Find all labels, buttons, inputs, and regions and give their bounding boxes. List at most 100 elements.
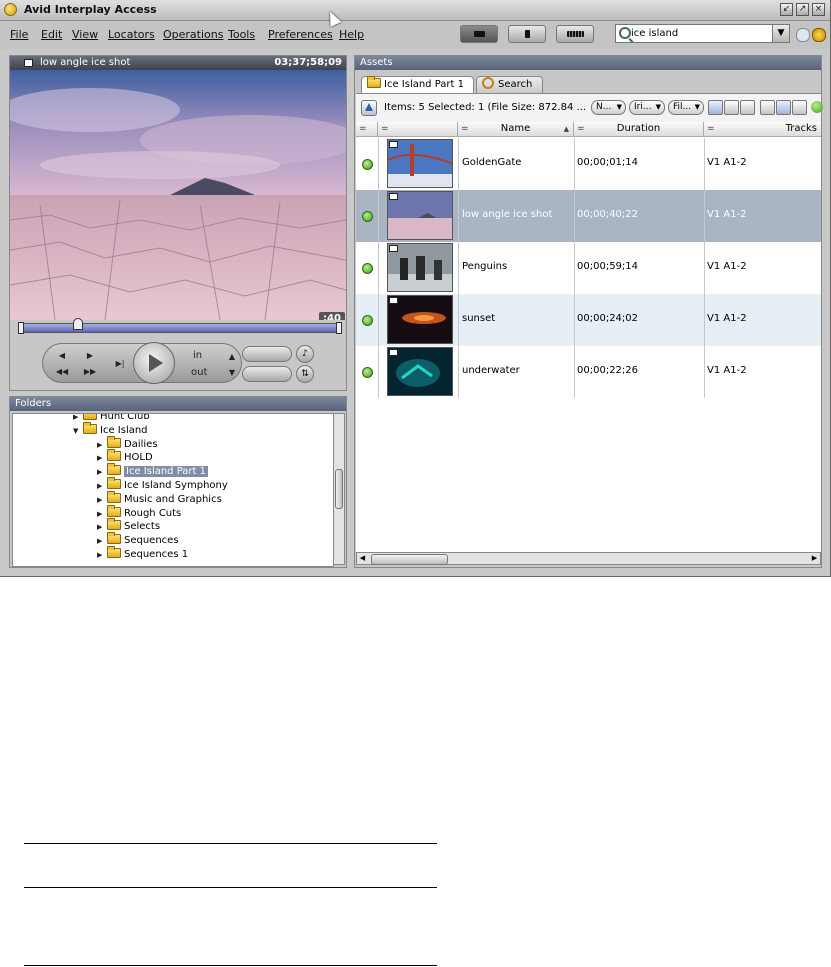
clip-thumbnail[interactable] [387,191,453,240]
folder-tree-item[interactable]: ▶ Ice Island Symphony [97,477,228,493]
text-view-button[interactable] [556,25,594,43]
rewind-icon[interactable]: ◀◀ [53,365,71,379]
collapsed-arrow-icon[interactable]: ▶ [97,466,107,479]
position-indicator[interactable] [73,318,83,330]
title-bar[interactable]: Avid Interplay Access ↙ ↗ × [0,0,830,21]
menu-help[interactable]: Help [339,28,364,41]
video-frame[interactable]: :40 [10,70,346,320]
maximize-icon[interactable]: ↗ [796,3,809,16]
go-up-button[interactable] [361,100,377,116]
tab-label: Search [498,79,533,90]
asset-tracks: V1 A1-2 [707,261,747,272]
collapsed-arrow-icon[interactable]: ▶ [97,439,107,452]
medium-thumb-icon[interactable] [776,100,791,115]
table-row[interactable]: underwater 00;00;22;26 V1 A1-2 [356,346,821,398]
column-header-status[interactable]: = [356,122,378,137]
play-button[interactable] [133,342,175,384]
menu-operations[interactable]: Operations [163,28,223,41]
folder-tree-item[interactable]: ▶ Sequences 1 [97,546,188,562]
filter-file-dropdown[interactable]: Fil... ▼ [668,100,704,115]
column-header-duration[interactable]: = Duration [574,122,704,137]
minimize-icon[interactable]: ↙ [780,3,793,16]
go-to-out-icon[interactable]: ▼ [223,366,241,380]
scroll-right-icon[interactable]: ▶ [810,554,819,563]
clip-thumbnail[interactable] [387,295,453,344]
export-controls[interactable] [242,366,292,382]
clip-thumbnail[interactable] [387,347,453,396]
asset-name: underwater [462,365,520,376]
folders-panel: Folders ▶ Hunt Club ▼ Ice Island ▶ Dailies ▶ HO… [9,396,347,568]
filter-iris-dropdown[interactable]: Iri... ▼ [629,100,665,115]
column-header-tracks[interactable]: = Tracks [704,122,821,137]
menu-edit[interactable]: Edit [41,28,62,41]
column-header-thumbnail[interactable]: = [378,122,458,137]
collapsed-arrow-icon[interactable]: ▶ [97,452,107,465]
menu-preferences[interactable]: Preferences [268,28,333,41]
table-row[interactable]: low angle ice shot 00;00;40;22 V1 A1-2 [356,190,821,242]
folder-label: Ice Island Symphony [124,480,228,491]
table-row[interactable]: GoldenGate 00;00;01;14 V1 A1-2 [356,138,821,190]
menu-locators[interactable]: Locators [108,28,155,41]
user-status-icon[interactable] [812,28,826,42]
folder-icon [367,76,381,88]
filter-name-dropdown[interactable]: N... ▼ [591,100,626,115]
search-field[interactable]: ice island ▼ [615,24,790,43]
mark-out-handle[interactable] [336,322,342,334]
scrollbar-thumb[interactable] [371,554,448,565]
collapsed-arrow-icon[interactable]: ▶ [97,508,107,521]
transport-controls: ◀ ▶ ◀◀ ▶▶ ▶| in out ▲ ▼ [42,342,242,384]
clip-thumbnail[interactable] [387,243,453,292]
large-thumb-icon[interactable] [792,100,807,115]
step-back-icon[interactable]: ◀ [53,349,71,363]
tab-ice-island-part-1[interactable]: Ice Island Part 1 [361,76,474,93]
column-header-name[interactable]: = Name ▲ [458,122,574,137]
collapsed-arrow-icon[interactable]: ▶ [97,494,107,507]
column-divider [574,242,575,294]
mark-in-handle[interactable] [18,322,24,334]
menu-view[interactable]: View [72,28,98,41]
script-view-button[interactable] [508,25,546,43]
menu-tools[interactable]: Tools [228,28,255,41]
folder-tree-item[interactable]: ▶ Music and Graphics [97,490,222,507]
frame-view-button[interactable] [460,25,498,43]
jog-control[interactable] [242,346,292,362]
step-forward-icon[interactable]: ▶ [81,349,99,363]
table-row[interactable]: sunset 00;00;24;02 V1 A1-2 [356,294,821,346]
list-view-icon[interactable] [708,100,723,115]
tab-search[interactable]: Search [476,76,543,93]
expanded-arrow-icon[interactable]: ▼ [73,425,83,438]
online-status-icon [362,263,373,274]
collapsed-arrow-icon[interactable]: ▶ [97,549,107,562]
collapsed-arrow-icon[interactable]: ▶ [97,521,107,534]
online-status-icon [362,315,373,326]
small-thumb-icon[interactable] [760,100,775,115]
grid-view-icon[interactable] [740,100,755,115]
close-icon[interactable]: × [812,3,825,16]
column-divider [458,190,459,242]
collapsed-arrow-icon[interactable]: ▶ [97,535,107,548]
fast-forward-icon[interactable]: ▶▶ [81,365,99,379]
scroll-left-icon[interactable]: ◀ [358,554,367,563]
folder-tree-item[interactable]: ▶ HOLD [97,449,153,465]
mark-in-button[interactable]: in [193,350,202,361]
position-bar[interactable] [18,318,342,334]
search-input[interactable]: ice island [631,28,678,39]
play-to-in-icon[interactable]: ▶| [111,357,129,371]
go-to-in-icon[interactable]: ▲ [223,350,241,364]
assets-horizontal-scrollbar[interactable]: ◀ ▶ [356,552,821,565]
table-row[interactable]: Penguins 00;00;59;14 V1 A1-2 [356,242,821,294]
folder-tree-item[interactable]: ▼ Ice Island [73,421,148,438]
menu-file[interactable]: File [10,28,28,41]
folder-scrollbar[interactable] [333,413,345,565]
collapsed-arrow-icon[interactable]: ▶ [73,414,83,424]
detail-view-icon[interactable] [724,100,739,115]
collapsed-arrow-icon[interactable]: ▶ [97,480,107,493]
audio-icon[interactable]: ♪ [296,345,314,363]
search-dropdown-button[interactable]: ▼ [772,25,789,42]
scrollbar-thumb[interactable] [335,469,343,509]
settings-icon[interactable]: ⇅ [296,365,314,383]
mail-icon[interactable] [796,28,810,42]
column-divider [378,138,379,190]
mark-out-button[interactable]: out [191,367,207,378]
clip-thumbnail[interactable] [387,139,453,188]
